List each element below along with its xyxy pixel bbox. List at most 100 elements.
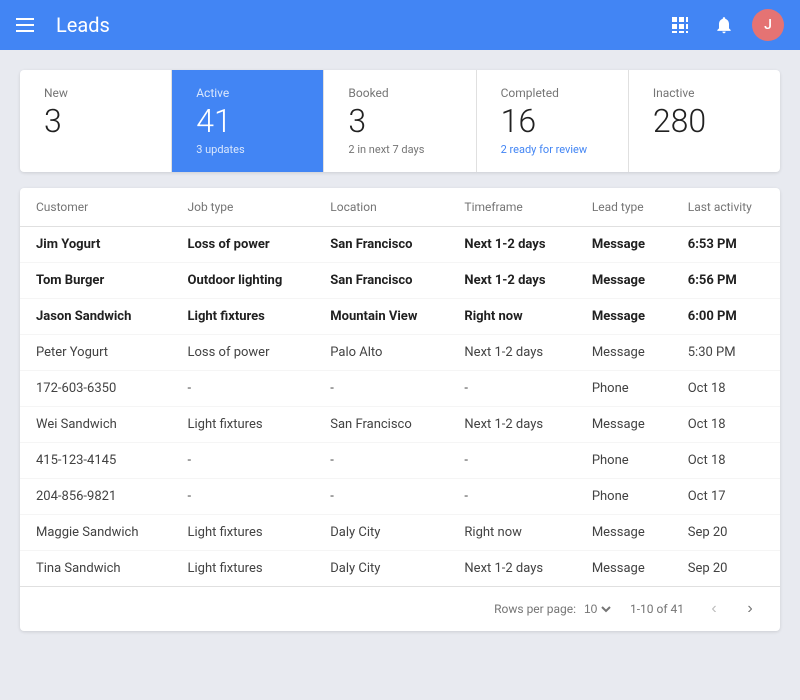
cell-9-4: Message bbox=[576, 551, 672, 587]
stat-label-active: Active bbox=[196, 86, 299, 100]
cell-5-5: Oct 18 bbox=[672, 407, 780, 443]
cell-0-4: Message bbox=[576, 227, 672, 263]
pagination-next-button[interactable]: › bbox=[736, 595, 764, 623]
rows-per-page-select[interactable]: 10 25 50 bbox=[580, 601, 614, 617]
stat-value-new: 3 bbox=[44, 104, 147, 139]
menu-icon[interactable] bbox=[16, 13, 40, 37]
user-avatar[interactable]: J bbox=[752, 9, 784, 41]
stat-label-new: New bbox=[44, 86, 147, 100]
cell-1-0: Tom Burger bbox=[20, 263, 171, 299]
cell-1-1: Outdoor lighting bbox=[171, 263, 314, 299]
cell-9-0: Tina Sandwich bbox=[20, 551, 171, 587]
table-row[interactable]: Maggie SandwichLight fixturesDaly CityRi… bbox=[20, 515, 780, 551]
stat-new[interactable]: New 3 bbox=[20, 70, 172, 172]
stat-value-inactive: 280 bbox=[653, 104, 756, 139]
cell-7-4: Phone bbox=[576, 479, 672, 515]
table-row[interactable]: Wei SandwichLight fixturesSan FranciscoN… bbox=[20, 407, 780, 443]
cell-2-1: Light fixtures bbox=[171, 299, 314, 335]
cell-9-1: Light fixtures bbox=[171, 551, 314, 587]
app-header: Leads J bbox=[0, 0, 800, 50]
table-card: CustomerJob typeLocationTimeframeLead ty… bbox=[20, 188, 780, 631]
cell-8-4: Message bbox=[576, 515, 672, 551]
leads-table: CustomerJob typeLocationTimeframeLead ty… bbox=[20, 188, 780, 586]
table-row[interactable]: Peter YogurtLoss of powerPalo AltoNext 1… bbox=[20, 335, 780, 371]
cell-5-1: Light fixtures bbox=[171, 407, 314, 443]
stat-label-booked: Booked bbox=[348, 86, 451, 100]
cell-4-4: Phone bbox=[576, 371, 672, 407]
cell-6-5: Oct 18 bbox=[672, 443, 780, 479]
page-title: Leads bbox=[56, 13, 664, 37]
cell-2-2: Mountain View bbox=[314, 299, 448, 335]
cell-6-1: - bbox=[171, 443, 314, 479]
grid-icon[interactable] bbox=[664, 9, 696, 41]
table-row[interactable]: Tom BurgerOutdoor lightingSan FranciscoN… bbox=[20, 263, 780, 299]
cell-4-1: - bbox=[171, 371, 314, 407]
cell-4-0: 172-603-6350 bbox=[20, 371, 171, 407]
cell-7-1: - bbox=[171, 479, 314, 515]
cell-6-0: 415-123-4145 bbox=[20, 443, 171, 479]
cell-9-2: Daly City bbox=[314, 551, 448, 587]
cell-8-2: Daly City bbox=[314, 515, 448, 551]
cell-5-4: Message bbox=[576, 407, 672, 443]
stat-completed[interactable]: Completed 16 2 ready for review bbox=[477, 70, 629, 172]
cell-3-3: Next 1-2 days bbox=[448, 335, 575, 371]
cell-8-5: Sep 20 bbox=[672, 515, 780, 551]
cell-3-4: Message bbox=[576, 335, 672, 371]
cell-3-2: Palo Alto bbox=[314, 335, 448, 371]
notification-icon[interactable] bbox=[708, 9, 740, 41]
cell-5-0: Wei Sandwich bbox=[20, 407, 171, 443]
cell-1-2: San Francisco bbox=[314, 263, 448, 299]
table-row[interactable]: Jim YogurtLoss of powerSan FranciscoNext… bbox=[20, 227, 780, 263]
stat-sub-booked: 2 in next 7 days bbox=[348, 143, 451, 156]
stat-value-completed: 16 bbox=[501, 104, 604, 139]
table-header-timeframe: Timeframe bbox=[448, 188, 575, 227]
cell-2-3: Right now bbox=[448, 299, 575, 335]
cell-7-5: Oct 17 bbox=[672, 479, 780, 515]
cell-0-2: San Francisco bbox=[314, 227, 448, 263]
cell-8-1: Light fixtures bbox=[171, 515, 314, 551]
cell-0-5: 6:53 PM bbox=[672, 227, 780, 263]
stat-inactive[interactable]: Inactive 280 bbox=[629, 70, 780, 172]
rows-per-page-label: Rows per page: bbox=[494, 602, 576, 616]
cell-8-0: Maggie Sandwich bbox=[20, 515, 171, 551]
table-row[interactable]: 415-123-4145---PhoneOct 18 bbox=[20, 443, 780, 479]
cell-9-5: Sep 20 bbox=[672, 551, 780, 587]
cell-4-2: - bbox=[314, 371, 448, 407]
cell-1-3: Next 1-2 days bbox=[448, 263, 575, 299]
stats-card: New 3 Active 41 3 updates Booked 3 2 in … bbox=[20, 70, 780, 172]
table-header-last-activity: Last activity bbox=[672, 188, 780, 227]
cell-6-4: Phone bbox=[576, 443, 672, 479]
table-row[interactable]: 172-603-6350---PhoneOct 18 bbox=[20, 371, 780, 407]
cell-7-2: - bbox=[314, 479, 448, 515]
cell-2-4: Message bbox=[576, 299, 672, 335]
pagination-prev-button[interactable]: ‹ bbox=[700, 595, 728, 623]
cell-1-4: Message bbox=[576, 263, 672, 299]
cell-3-1: Loss of power bbox=[171, 335, 314, 371]
rows-per-page: Rows per page: 10 25 50 bbox=[494, 601, 614, 617]
pagination-range: 1-10 of 41 bbox=[630, 602, 684, 616]
stat-value-booked: 3 bbox=[348, 104, 451, 139]
cell-4-3: - bbox=[448, 371, 575, 407]
stat-sub-completed: 2 ready for review bbox=[501, 143, 604, 156]
table-row[interactable]: Tina SandwichLight fixturesDaly CityNext… bbox=[20, 551, 780, 587]
main-content: New 3 Active 41 3 updates Booked 3 2 in … bbox=[0, 50, 800, 651]
cell-1-5: 6:56 PM bbox=[672, 263, 780, 299]
stat-booked[interactable]: Booked 3 2 in next 7 days bbox=[324, 70, 476, 172]
cell-6-3: - bbox=[448, 443, 575, 479]
stat-active[interactable]: Active 41 3 updates bbox=[172, 70, 324, 172]
cell-6-2: - bbox=[314, 443, 448, 479]
stat-value-active: 41 bbox=[196, 104, 299, 139]
cell-7-3: - bbox=[448, 479, 575, 515]
header-actions: J bbox=[664, 9, 784, 41]
cell-2-5: 6:00 PM bbox=[672, 299, 780, 335]
pagination-nav: ‹ › bbox=[700, 595, 764, 623]
stat-label-inactive: Inactive bbox=[653, 86, 756, 100]
cell-9-3: Next 1-2 days bbox=[448, 551, 575, 587]
cell-8-3: Right now bbox=[448, 515, 575, 551]
table-header-job-type: Job type bbox=[171, 188, 314, 227]
table-header-location: Location bbox=[314, 188, 448, 227]
cell-0-1: Loss of power bbox=[171, 227, 314, 263]
stat-sub-active: 3 updates bbox=[196, 143, 299, 156]
table-row[interactable]: Jason SandwichLight fixturesMountain Vie… bbox=[20, 299, 780, 335]
table-row[interactable]: 204-856-9821---PhoneOct 17 bbox=[20, 479, 780, 515]
